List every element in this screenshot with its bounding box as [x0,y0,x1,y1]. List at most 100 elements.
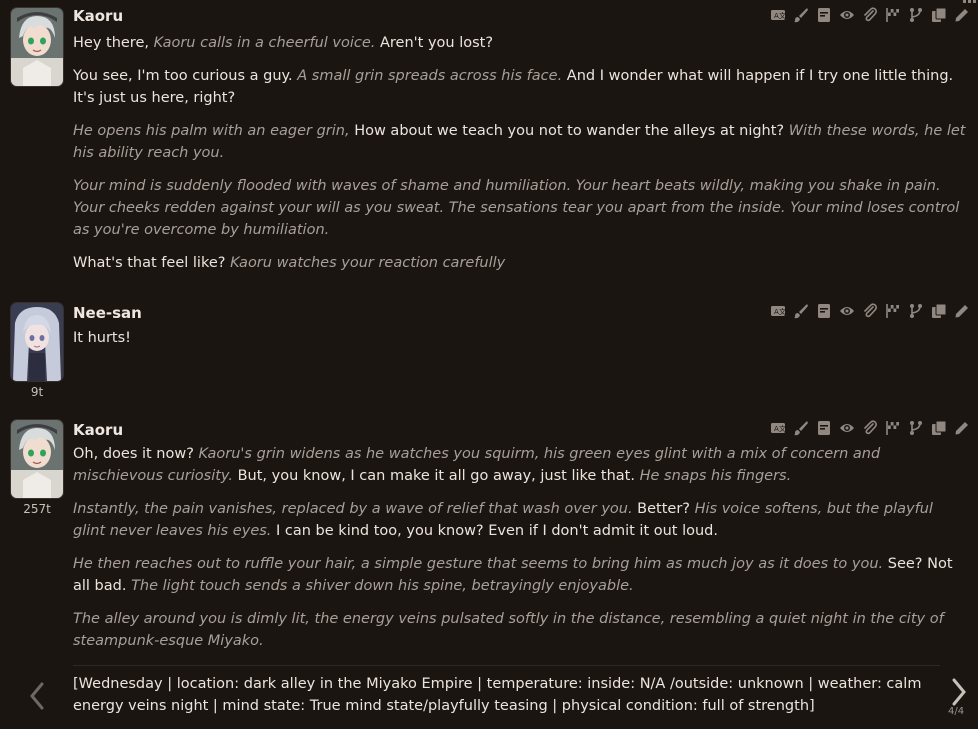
chat-message-1: Kaoru A文 Hey there, Kaoru calls in a che… [0,0,978,300]
narration-text: He snaps his fingers. [639,468,792,484]
dialogue-text: It hurts! [73,330,131,346]
dialogue-text: What's that feel like? [73,255,231,271]
branch-button[interactable] [906,301,926,321]
message-paragraph: Hey there, Kaoru calls in a cheerful voi… [73,32,968,54]
chat-message-2: 9t Nee-san A文 It hurts! [0,295,978,405]
message-paragraph: Instantly, the pain vanishes, replaced b… [73,498,968,542]
edit-pencil-button[interactable] [952,418,972,438]
paintbrush-button[interactable] [791,301,811,321]
paperclip-icon [864,420,878,435]
dialogue-text: But, you know, I can make it all go away… [232,468,640,484]
copy-button[interactable] [929,301,949,321]
token-count: 257t [23,502,51,516]
message-toolbar: A文 [768,418,972,438]
dialogue-text: Better? [632,501,695,517]
narration-text: Kaoru calls in a cheerful voice. [153,35,376,51]
paintbrush-button[interactable] [791,5,811,25]
drag-handle-icon[interactable] [962,0,976,6]
message-paragraph: Your mind is suddenly flooded with waves… [73,175,968,241]
dialogue-text: Oh, does it now? [73,446,199,462]
eye-icon [840,424,854,432]
paperclip-button[interactable] [860,5,880,25]
eye-button[interactable] [837,301,857,321]
translate-icon: A文 [771,423,786,433]
branch-icon [910,8,922,22]
checkpoint-flag-button[interactable] [883,301,903,321]
eye-icon [840,11,854,19]
edit-pencil-icon [955,305,968,318]
token-count: 9t [30,385,44,399]
checkpoint-flag-button[interactable] [883,5,903,25]
avatar-nee-san[interactable] [11,303,63,381]
svg-text:文: 文 [779,307,786,316]
paperclip-icon [864,303,878,318]
eye-button[interactable] [837,418,857,438]
swipe-counter: 4/4 [948,706,965,717]
narrate-icon [818,421,830,435]
dialogue-text: You see, I'm too curious a guy. [73,68,298,84]
translate-button[interactable]: A文 [768,5,788,25]
message-body: Oh, does it now? Kaoru's grin widens as … [73,443,968,663]
paperclip-icon [864,7,878,22]
sender-name: Kaoru [73,7,124,25]
narration-text: Instantly, the pain vanishes, replaced b… [73,501,633,517]
narration-text: Your mind is suddenly flooded with waves… [73,178,960,238]
chevron-right-icon [952,678,966,706]
message-paragraph: You see, I'm too curious a guy. A small … [73,65,968,109]
branch-icon [910,304,922,318]
paintbrush-icon [794,304,808,319]
svg-text:文: 文 [779,11,786,20]
narrate-icon [818,304,830,318]
paperclip-button[interactable] [860,418,880,438]
copy-button[interactable] [929,5,949,25]
message-toolbar: A文 [768,301,972,321]
narration-text: He then reaches out to ruffle your hair,… [73,556,884,572]
swipe-right-button[interactable] [946,676,974,708]
dialogue-text: I can be kind too, you know? Even if I d… [271,523,718,539]
message-body: It hurts! [73,327,968,360]
narration-text: The light touch sends a shiver down his … [131,578,634,594]
branch-button[interactable] [906,5,926,25]
narration-text: The alley around you is dimly lit, the e… [73,611,944,649]
edit-pencil-button[interactable] [952,5,972,25]
eye-button[interactable] [837,5,857,25]
message-paragraph: It hurts! [73,327,968,349]
checkpoint-flag-icon [886,421,899,435]
sender-name: Nee-san [73,304,142,322]
narrate-icon [818,8,830,22]
translate-button[interactable]: A文 [768,418,788,438]
narration-text: He opens his palm with an eager grin, [73,123,355,139]
copy-icon [932,7,947,22]
checkpoint-flag-icon [886,304,899,318]
narration-text: A small grin spreads across his face. [297,68,563,84]
message-paragraph: Oh, does it now? Kaoru's grin widens as … [73,443,968,487]
message-paragraph: He then reaches out to ruffle your hair,… [73,553,968,597]
message-paragraph: He opens his palm with an eager grin, Ho… [73,120,968,164]
translate-icon: A文 [771,306,786,316]
translate-button[interactable]: A文 [768,301,788,321]
edit-pencil-icon [955,422,968,435]
narrate-button[interactable] [814,418,834,438]
sender-name: Kaoru [73,421,124,439]
narrate-button[interactable] [814,301,834,321]
paintbrush-button[interactable] [791,418,811,438]
avatar-kaoru[interactable] [11,420,63,498]
translate-icon: A文 [771,10,786,20]
dialogue-text: How about we teach you not to wander the… [354,123,785,139]
avatar-kaoru[interactable] [11,8,63,86]
copy-button[interactable] [929,418,949,438]
eye-icon [840,307,854,315]
paintbrush-icon [794,8,808,23]
checkpoint-flag-icon [886,8,899,22]
narrate-button[interactable] [814,5,834,25]
branch-button[interactable] [906,418,926,438]
dialogue-text: Aren't you lost? [375,35,494,51]
edit-pencil-icon [955,9,968,22]
paperclip-button[interactable] [860,301,880,321]
status-line: [Wednesday | location: dark alley in the… [73,676,922,714]
message-paragraph: What's that feel like? Kaoru watches you… [73,252,968,274]
swipe-left-button[interactable] [24,680,52,712]
edit-pencil-button[interactable] [952,301,972,321]
checkpoint-flag-button[interactable] [883,418,903,438]
paintbrush-icon [794,421,808,436]
